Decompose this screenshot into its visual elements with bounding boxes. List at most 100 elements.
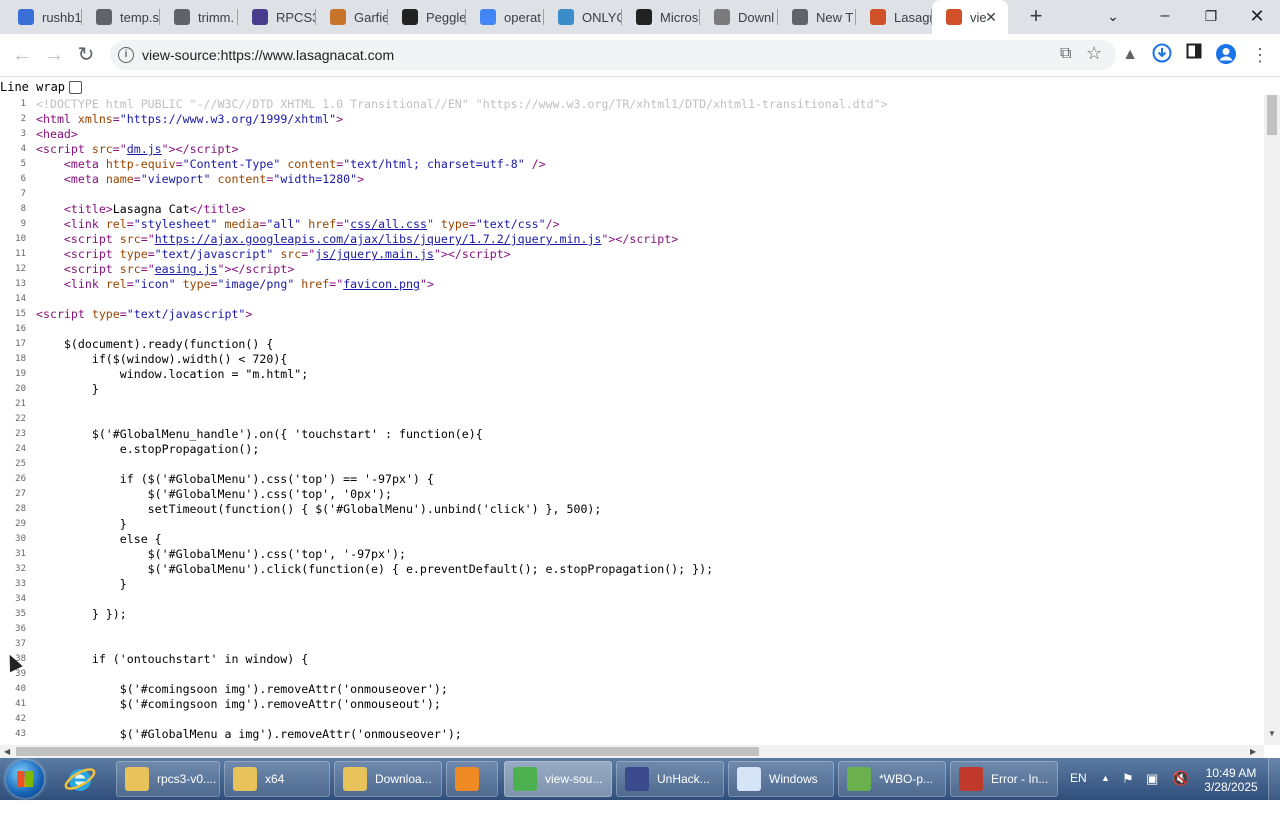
tab-title: Garfiel xyxy=(354,9,388,25)
line-number: 17 xyxy=(15,339,26,349)
line-number: 6 xyxy=(20,174,26,184)
tab-13[interactable]: vie ✕ xyxy=(932,0,1008,34)
network-icon[interactable]: ▣ xyxy=(1146,771,1158,813)
source-line: 40 $('#comingsoon img').removeAttr('onmo… xyxy=(0,682,1264,697)
source-line: 15 <script type="text/javascript"> xyxy=(0,307,1264,322)
minimize-button[interactable]: – xyxy=(1142,0,1188,34)
source-line: 5 <meta http-equiv="Content-Type" conten… xyxy=(0,157,1264,172)
taskbar-item-9[interactable]: Error - In... xyxy=(950,761,1058,797)
taskbar-item-3[interactable]: Downloa... xyxy=(334,761,442,797)
taskbar-item-8[interactable]: *WBO-p... xyxy=(838,761,946,797)
site-info-icon[interactable]: i xyxy=(118,47,134,63)
tab-strip: rushb1 temp.s trimm. RPCS3 Garfiel Peggle oper… xyxy=(0,0,1280,34)
tab-title: operat xyxy=(504,9,541,25)
tab-12[interactable]: Lasagn xyxy=(856,0,932,34)
source-line: 34 xyxy=(0,592,1264,607)
tab-11[interactable]: New T xyxy=(778,0,856,34)
line-number: 9 xyxy=(20,219,26,229)
line-number: 32 xyxy=(15,564,26,574)
line-number: 42 xyxy=(15,714,26,724)
source-line: 39 xyxy=(0,667,1264,682)
menu-kebab-icon[interactable]: ⋮ xyxy=(1248,43,1272,67)
language-indicator[interactable]: EN xyxy=(1070,771,1087,813)
tab-5[interactable]: Garfiel xyxy=(316,0,388,34)
line-number: 16 xyxy=(15,324,26,334)
taskbar-item-6[interactable]: UnHack... xyxy=(616,761,724,797)
line-wrap-checkbox[interactable] xyxy=(69,80,83,94)
tab-6[interactable]: Peggle xyxy=(388,0,466,34)
extension-icon[interactable]: ▲ xyxy=(1118,43,1142,67)
line-number: 15 xyxy=(15,309,26,319)
share-icon[interactable]: ⧉ xyxy=(1060,45,1071,63)
source-line: 20 } xyxy=(0,382,1264,397)
line-content: $('#comingsoon img').removeAttr('onmouse… xyxy=(36,697,441,711)
line-number: 27 xyxy=(15,489,26,499)
address-url[interactable]: view-source:https://www.lasagnacat.com xyxy=(142,47,394,63)
show-desktop-button[interactable] xyxy=(1268,758,1280,800)
tab-title: Downl xyxy=(738,9,775,25)
reload-button[interactable]: ↻ xyxy=(72,42,100,68)
taskbar-item-2[interactable]: x64 xyxy=(224,761,330,797)
tab-1[interactable]: rushb1 xyxy=(4,0,82,34)
system-clock[interactable]: 10:49 AM 3/28/2025 xyxy=(1196,766,1266,794)
scroll-left-arrow-icon[interactable]: ◀ xyxy=(4,745,10,758)
download-icon[interactable] xyxy=(1150,43,1174,67)
tab-9[interactable]: Micros xyxy=(622,0,700,34)
taskbar-item-label: Error - In... xyxy=(991,772,1049,786)
vertical-scroll-thumb[interactable] xyxy=(1267,95,1277,135)
restore-button[interactable]: ❐ xyxy=(1188,0,1234,34)
line-content: <meta http-equiv="Content-Type" content=… xyxy=(63,157,546,171)
garfield-icon xyxy=(330,9,346,25)
tab-title: Micros xyxy=(660,9,699,25)
forward-button[interactable]: → xyxy=(40,42,68,68)
taskbar: rpcs3-v0.... x64 Downloa... view-sou... UnHa… xyxy=(0,758,1280,800)
line-content: } }); xyxy=(36,607,127,621)
side-panel-icon[interactable] xyxy=(1182,43,1206,67)
scroll-right-arrow-icon[interactable]: ▶ xyxy=(1250,745,1256,758)
scroll-down-arrow-icon[interactable]: ▼ xyxy=(1264,729,1280,743)
tray-expand-icon[interactable]: ▲ xyxy=(1101,773,1110,815)
tab-2[interactable]: temp.s xyxy=(82,0,160,34)
tab-3[interactable]: trimm. xyxy=(160,0,238,34)
taskbar-item-5[interactable]: view-sou... xyxy=(504,761,612,797)
source-line: 10 <script src="https://ajax.googleapis.… xyxy=(0,232,1264,247)
source-line: 11 <script type="text/javascript" src="j… xyxy=(0,247,1264,262)
start-button[interactable] xyxy=(6,760,44,798)
line-content: <html xmlns="https://www.w3.org/1999/xht… xyxy=(36,112,344,126)
taskbar-item-7[interactable]: Windows xyxy=(728,761,834,797)
back-button[interactable]: ← xyxy=(8,42,36,68)
taskbar-item-1[interactable]: rpcs3-v0.... xyxy=(116,761,220,797)
action-center-icon[interactable]: ⚑ xyxy=(1122,771,1134,813)
line-content: $(document).ready(function() { xyxy=(36,337,274,351)
source-line: 35 } }); xyxy=(0,607,1264,622)
taskbar-item-4[interactable] xyxy=(446,761,498,797)
new-tab-button[interactable]: + xyxy=(1024,5,1048,29)
horizontal-scrollbar[interactable]: ◀ ▶ xyxy=(0,745,1264,758)
close-window-button[interactable]: ✕ xyxy=(1234,0,1280,34)
tab-7[interactable]: operat xyxy=(466,0,544,34)
vertical-scrollbar[interactable]: ▼ xyxy=(1264,95,1280,745)
source-line: 26 if ($('#GlobalMenu').css('top') == '-… xyxy=(0,472,1264,487)
tab-title: ONLYC xyxy=(582,9,622,25)
bookmark-star-icon[interactable]: ☆ xyxy=(1086,43,1102,64)
tab-title: trimm. xyxy=(198,9,235,25)
tab-10[interactable]: Downl xyxy=(700,0,778,34)
tab-8[interactable]: ONLYC xyxy=(544,0,622,34)
line-content: if ('ontouchstart' in window) { xyxy=(36,652,309,666)
close-tab-icon[interactable]: ✕ xyxy=(982,8,1000,26)
source-line: 8 <title>Lasagna Cat</title> xyxy=(0,202,1264,217)
address-bar[interactable]: i view-source:https://www.lasagnacat.com… xyxy=(110,40,1116,70)
source-line: 7 xyxy=(0,187,1264,202)
line-wrap-control[interactable]: Line wrap xyxy=(0,79,83,95)
taskbar-item-label: rpcs3-v0.... xyxy=(157,772,217,786)
line-number: 12 xyxy=(15,264,26,274)
internet-explorer-icon[interactable] xyxy=(62,761,108,797)
tab-4[interactable]: RPCS3 xyxy=(238,0,316,34)
tab-search-icon[interactable]: ⌄ xyxy=(1090,0,1136,34)
volume-muted-icon[interactable]: 🔇 xyxy=(1172,770,1189,812)
line-number: 29 xyxy=(15,519,26,529)
horizontal-scroll-thumb[interactable] xyxy=(16,747,759,756)
source-line: 16 xyxy=(0,322,1264,337)
source-line: 4 <script src="dm.js"></script> xyxy=(0,142,1264,157)
profile-avatar-icon[interactable] xyxy=(1214,43,1238,67)
